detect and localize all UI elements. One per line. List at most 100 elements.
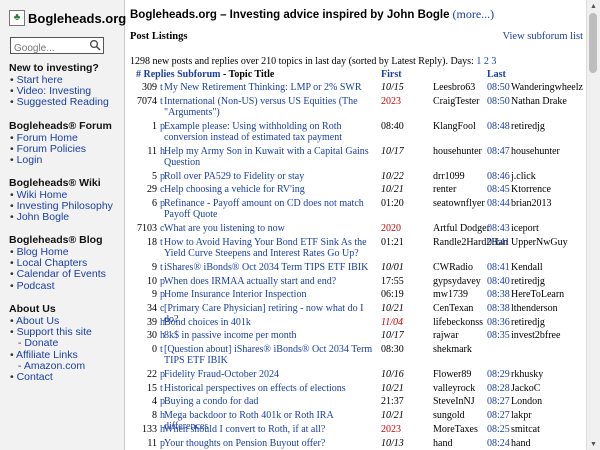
topic-title-link[interactable]: Buying a condo for dad [164, 396, 376, 407]
sidebar-link[interactable]: About Us [16, 315, 59, 327]
topic-title-link[interactable]: 8k$ in passive income per month [164, 330, 376, 341]
topic-title-link[interactable]: When should I convert to Roth, if at all… [164, 424, 376, 435]
last-post-user: London [511, 396, 543, 408]
sidebar-link[interactable]: Calendar of Events [17, 268, 106, 280]
last-post-date-link[interactable]: 08:50 [487, 82, 510, 93]
sidebar-link[interactable]: Amazon.com [24, 360, 85, 372]
topic-title-link[interactable]: When does IRMAA actually start and end? [164, 276, 376, 287]
sidebar-link[interactable]: Podcast [17, 280, 55, 292]
first-post-date: 10/13 [381, 437, 404, 449]
sidebar-link[interactable]: Video: Investing [17, 85, 92, 97]
sidebar-link[interactable]: Start here [17, 74, 63, 86]
topic-title-link[interactable]: Example please: Using withholding on Rot… [164, 121, 376, 143]
last-post-date-link[interactable]: 08:46 [487, 171, 510, 182]
column-subforum[interactable]: Subforum [177, 69, 220, 80]
sidebar-link[interactable]: Affiliate Links [16, 349, 78, 361]
search-input[interactable] [11, 41, 93, 56]
sidebar-link[interactable]: Blog Home [17, 246, 69, 258]
topic-title-link[interactable]: What are you listening to now [164, 223, 376, 234]
last-post-date-link[interactable]: 08:28 [487, 383, 510, 394]
topic-title-link[interactable]: Your thoughts on Pension Buyout offer? [164, 438, 376, 449]
sidebar-link[interactable]: Investing Philosophy [17, 200, 113, 212]
sidebar-link[interactable]: Support this site [17, 326, 92, 338]
topic-title-link[interactable]: Help choosing a vehicle for RV'ing [164, 184, 376, 195]
first-post-user: lifebeckonss [433, 316, 483, 328]
days-link-2[interactable]: 2 [484, 56, 489, 67]
reply-count: 39 [147, 316, 157, 328]
last-post-user: iceport [511, 223, 539, 235]
view-subforum-link[interactable]: View subforum list [503, 31, 583, 42]
first-post-date: 10/17 [381, 145, 404, 157]
sidebar-link[interactable]: Local Chapters [17, 257, 88, 269]
more-link[interactable]: (more...) [453, 7, 495, 21]
reply-count: 133 [142, 423, 157, 435]
topic-title-link[interactable]: Fidelity Fraud-October 2024 [164, 369, 376, 380]
last-post-date-link[interactable]: 08:43 [487, 223, 510, 234]
sidebar-link-list: • About Us • Support this site - Donate • A… [10, 315, 92, 383]
last-post-date-link[interactable]: 08:44 [487, 198, 510, 209]
topic-title-link[interactable]: Home Insurance Interior Inspection [164, 289, 376, 300]
first-post-date: 01:21 [381, 236, 404, 248]
column-last[interactable]: Last [487, 69, 506, 80]
last-post-date-link[interactable]: 08:48 [487, 121, 510, 132]
sidebar-link[interactable]: Suggested Reading [17, 96, 109, 108]
topic-title-link[interactable]: Refinance - Payoff amount on CD does not… [164, 198, 376, 220]
topic-title-link[interactable]: Roll over PA529 to Fidelity or stay [164, 171, 376, 182]
first-post-user: Artful Dodger [433, 223, 490, 235]
topic-title-link[interactable]: My New Retirement Thinking: LMP or 2% SW… [164, 82, 376, 93]
last-post-date-link[interactable]: 08:35 [487, 330, 510, 341]
sidebar-link[interactable]: Wiki Home [17, 189, 68, 201]
topic-title-link[interactable]: International (Non-US) versus US Equitie… [164, 96, 376, 118]
bullet-icon: • [10, 189, 17, 201]
first-post-user: househunter [433, 145, 482, 157]
last-post-date-link[interactable]: 08:38 [487, 289, 510, 300]
last-post-date-link[interactable]: 08:29 [487, 369, 510, 380]
days-link-1[interactable]: 1 [476, 56, 481, 67]
last-post-date-link[interactable]: 08:50 [487, 96, 510, 107]
last-post-user: hand [511, 437, 531, 449]
subforum-code[interactable]: t [160, 344, 163, 355]
last-post-date-link[interactable]: 08:41 [487, 237, 510, 248]
subforum-code[interactable]: t [160, 262, 163, 273]
last-post-date-link[interactable]: 08:41 [487, 262, 510, 273]
days-link-3[interactable]: 3 [491, 56, 496, 67]
column-replies[interactable]: # Replies [136, 69, 175, 80]
subforum-code[interactable]: t [160, 237, 163, 248]
topic-title-link[interactable]: Historical perspectives on effects of el… [164, 383, 376, 394]
topic-title-link[interactable]: Bond choices in 401k [164, 317, 376, 328]
last-post-date-link[interactable]: 08:47 [487, 146, 510, 157]
last-post-date-link[interactable]: 08:24 [487, 438, 510, 449]
scroll-down-arrow-icon[interactable]: ▼ [587, 438, 600, 450]
last-post-date-link[interactable]: 08:36 [487, 317, 510, 328]
subforum-code[interactable]: t [160, 383, 163, 394]
topic-title-link[interactable]: Help my Army Son in Kuwait with a Capita… [164, 146, 376, 168]
sidebar-link[interactable]: Donate [24, 337, 58, 349]
last-post-date-link[interactable]: 08:38 [487, 303, 510, 314]
scroll-up-arrow-icon[interactable]: ▲ [587, 0, 600, 12]
last-post-date-link[interactable]: 08:25 [487, 424, 510, 435]
first-post-user: drr1099 [433, 170, 465, 182]
scrollbar[interactable]: ▲ ▼ [586, 0, 600, 450]
last-post-date-link[interactable]: 08:40 [487, 276, 510, 287]
site-logo[interactable]: ♣ Bogleheads.org [9, 10, 126, 26]
scrollbar-thumb[interactable] [589, 13, 597, 73]
subforum-code[interactable]: t [160, 82, 163, 93]
column-first[interactable]: First [381, 69, 402, 80]
sidebar-link[interactable]: Contact [17, 371, 53, 383]
last-post-date-link[interactable]: 08:27 [487, 410, 510, 421]
sidebar-link[interactable]: John Bogle [17, 211, 70, 223]
topic-title-link[interactable]: iShares® iBonds® Oct 2034 Term TIPS ETF … [164, 262, 376, 273]
last-post-user: Nathan Drake [511, 95, 567, 107]
sidebar-link[interactable]: Login [17, 154, 43, 166]
search-icon[interactable] [89, 39, 101, 51]
reply-count: 10 [147, 275, 157, 287]
sidebar-link-list: • Forum Home • Forum Policies • Login [10, 132, 86, 167]
last-post-date-link[interactable]: 08:27 [487, 396, 510, 407]
sidebar-link[interactable]: Forum Policies [17, 143, 86, 155]
topic-title-link[interactable]: How to Avoid Having Your Bond ETF Sink A… [164, 237, 376, 259]
last-post-date-link[interactable]: 08:45 [487, 184, 510, 195]
first-post-user: CWRadio [433, 261, 473, 273]
subforum-code[interactable]: t [160, 96, 163, 107]
sidebar-link[interactable]: Forum Home [17, 132, 78, 144]
topic-title-link[interactable]: [Question about] iShares® iBonds® Oct 20… [164, 344, 376, 366]
